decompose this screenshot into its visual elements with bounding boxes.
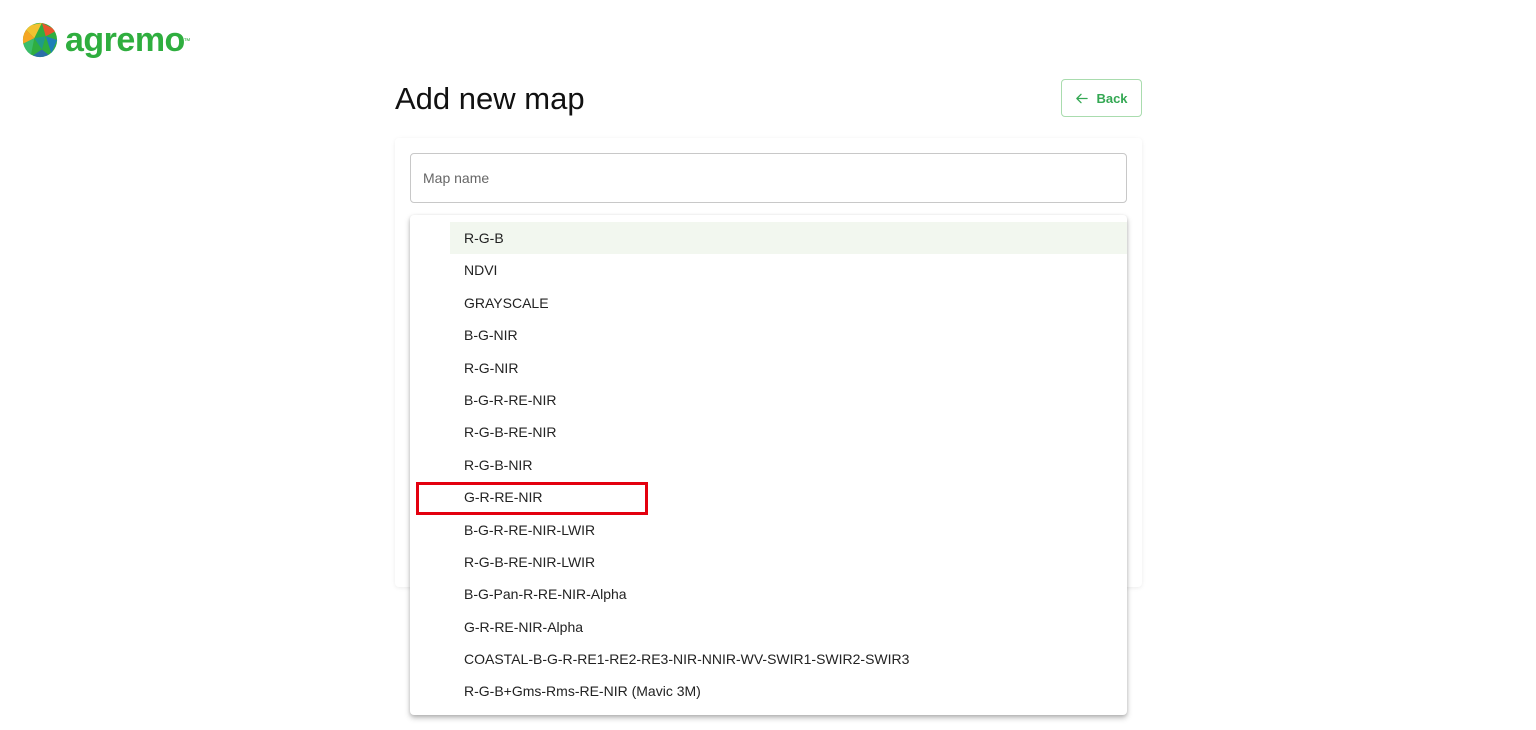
trademark-symbol: ™ — [183, 38, 190, 45]
back-button[interactable]: Back — [1061, 79, 1142, 117]
dropdown-option[interactable]: B-G-Pan-R-RE-NIR-Alpha — [450, 578, 1127, 610]
dropdown-option[interactable]: R-G-NIR — [450, 352, 1127, 384]
map-name-input[interactable] — [410, 153, 1127, 203]
page-title: Add new map — [395, 81, 585, 116]
dropdown-option[interactable]: R-G-B-RE-NIR-LWIR — [450, 546, 1127, 578]
arrow-left-icon — [1076, 93, 1089, 103]
dropdown-option[interactable]: GRAYSCALE — [450, 287, 1127, 319]
back-button-label: Back — [1096, 90, 1128, 106]
dropdown-option[interactable]: G-R-RE-NIR-Alpha — [450, 611, 1127, 643]
dropdown-option[interactable]: NDVI — [450, 254, 1127, 286]
dropdown-option[interactable]: B-G-NIR — [450, 319, 1127, 351]
brand-name-text: agremo — [65, 21, 185, 59]
band-combination-dropdown: R-G-B NDVI GRAYSCALE B-G-NIR R-G-NIR B-G-R-RE… — [410, 215, 1127, 715]
agremo-logo[interactable]: agremo ™ — [21, 21, 190, 59]
dropdown-option[interactable]: COASTAL-B-G-R-RE1-RE2-RE3-NIR-NNIR-WV-SW… — [450, 643, 1127, 675]
agremo-logo-icon — [22, 22, 58, 58]
dropdown-option[interactable]: R-G-B — [450, 222, 1127, 255]
dropdown-option[interactable]: G-R-RE-NIR — [450, 481, 1127, 513]
brand-name: agremo ™ — [65, 21, 190, 59]
page: agremo ™ Add new map Back R-G-BNDVIGRAYS… — [0, 0, 1536, 730]
dropdown-option[interactable]: R-G-B-NIR — [450, 449, 1127, 481]
dropdown-option[interactable]: B-G-R-RE-NIR-LWIR — [450, 514, 1127, 546]
dropdown-option[interactable]: R-G-B-RE-NIR — [450, 416, 1127, 448]
dropdown-option[interactable]: B-G-R-RE-NIR — [450, 384, 1127, 416]
dropdown-option[interactable]: R-G-B+Gms-Rms-RE-NIR (Mavic 3M) — [450, 675, 1127, 707]
